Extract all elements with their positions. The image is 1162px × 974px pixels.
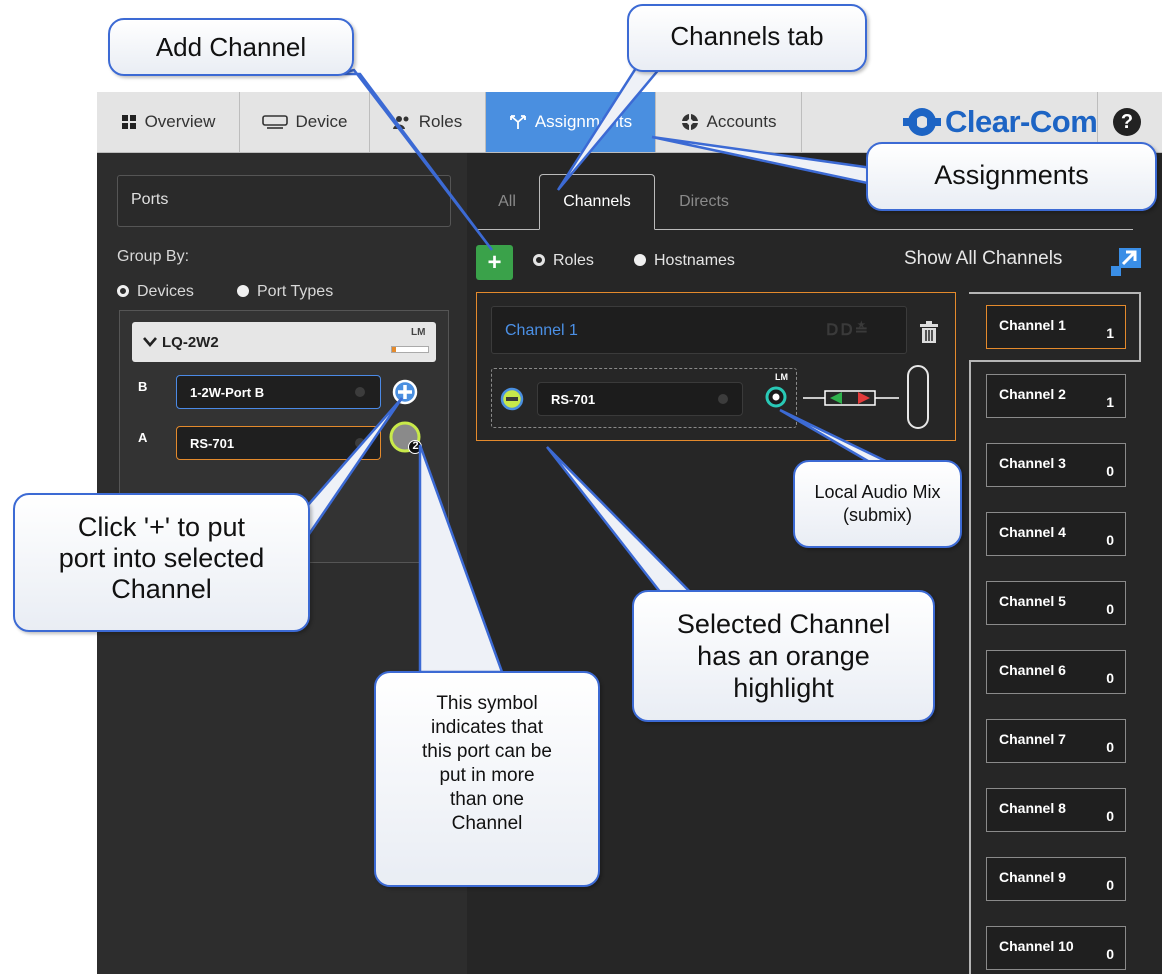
callout-selected-channel: Selected Channel has an orange highlight bbox=[632, 590, 935, 722]
callout-add-channel: Add Channel bbox=[108, 18, 354, 76]
callout-line: (submix) bbox=[842, 505, 912, 525]
callout-line: indicates that bbox=[431, 717, 543, 738]
callout-line: this port can be bbox=[422, 741, 552, 762]
callout-line: put in more bbox=[439, 765, 535, 786]
callout-click-plus: Click '+' to put port into selected Chan… bbox=[13, 493, 310, 632]
callout-multi-channel-symbol: This symbol indicates that this port can… bbox=[374, 671, 600, 887]
callout-line: Click '+' to put bbox=[77, 512, 246, 542]
callout-local-audio-mix: Local Audio Mix (submix) bbox=[793, 460, 962, 548]
callout-assignments: Assignments bbox=[866, 142, 1157, 211]
callout-line: Local Audio Mix bbox=[814, 482, 941, 502]
callout-line: Selected Channel bbox=[676, 609, 891, 639]
callout-line: port into selected bbox=[58, 543, 265, 573]
callout-channels-tab: Channels tab bbox=[627, 4, 867, 72]
callout-line: Channel bbox=[111, 574, 212, 604]
callout-line: This symbol bbox=[436, 693, 538, 714]
callout-line: has an orange bbox=[697, 641, 870, 671]
callout-line: than one bbox=[450, 789, 524, 810]
callout-line: Channel bbox=[451, 813, 523, 834]
callout-line: highlight bbox=[733, 673, 834, 703]
